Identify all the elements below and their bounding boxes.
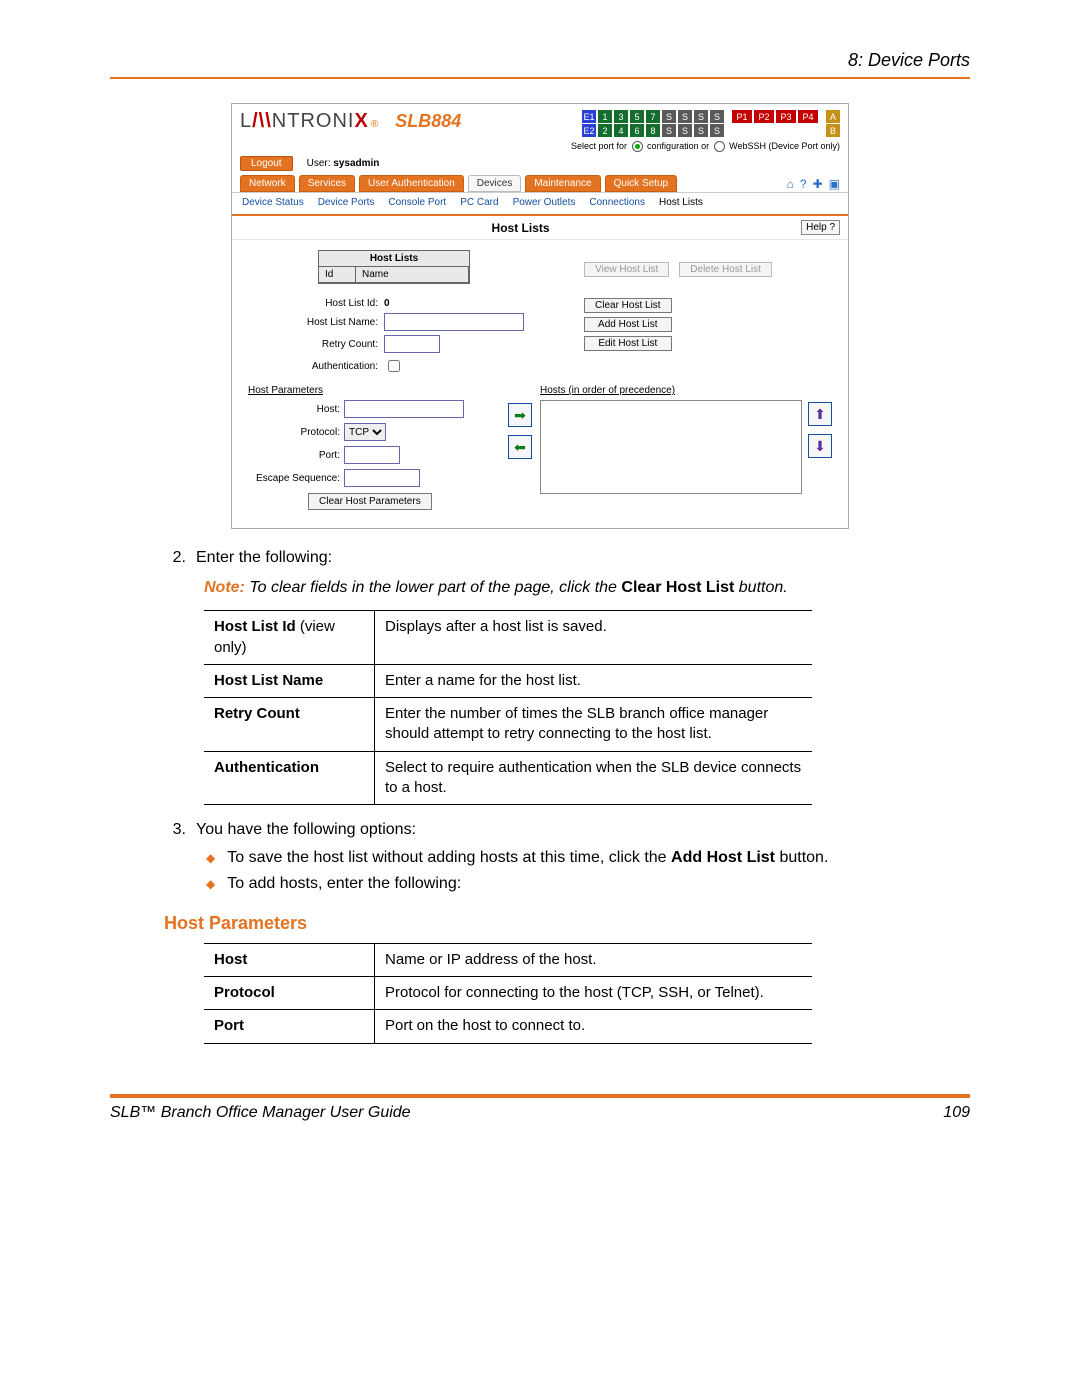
step3-number: 3. [164, 819, 186, 841]
diamond-icon: ◆ [206, 847, 215, 869]
header-chapter: 8: Device Ports [110, 50, 970, 71]
footer-rule [110, 1094, 970, 1098]
lbl-authentication: Authentication: [248, 361, 378, 372]
subnav-device-ports[interactable]: Device Ports [318, 197, 375, 208]
lbl-escape-sequence: Escape Sequence: [248, 473, 340, 484]
sub-nav: Device Status Device Ports Console Port … [232, 193, 848, 216]
clear-host-list-button[interactable]: Clear Host List [584, 298, 672, 313]
subnav-power-outlets[interactable]: Power Outlets [513, 197, 576, 208]
table-host-list-fields: Host List Id (view only)Displays after a… [204, 610, 812, 805]
input-host-list-name[interactable] [384, 313, 524, 331]
hosts-heading: Hosts (in order of precedence) [540, 385, 832, 396]
lbl-host-list-name: Host List Name: [248, 317, 378, 328]
lbl-host-list-id: Host List Id: [248, 298, 378, 309]
home-icon[interactable]: ⌂ [787, 177, 794, 191]
arrow-left-icon[interactable]: ⬅ [508, 435, 532, 459]
clear-host-parameters-button[interactable]: Clear Host Parameters [308, 493, 432, 510]
user-label: User: sysadmin [307, 158, 380, 169]
footer-title: SLB™ Branch Office Manager User Guide [110, 1104, 411, 1122]
host-parameters-heading: Host Parameters [248, 385, 500, 396]
arrow-up-icon[interactable]: ⬆ [808, 402, 832, 426]
edit-host-list-button[interactable]: Edit Host List [584, 336, 672, 351]
page-number: 109 [943, 1104, 970, 1122]
help-icon[interactable]: ? [800, 177, 807, 191]
radio-config-icon[interactable] [632, 141, 643, 152]
tab-devices[interactable]: Devices [468, 175, 522, 192]
diamond-icon: ◆ [206, 873, 215, 895]
table-row: AuthenticationSelect to require authenti… [204, 751, 812, 805]
input-retry-count[interactable] [384, 335, 440, 353]
delete-host-list-button[interactable]: Delete Host List [679, 262, 772, 277]
lbl-port: Port: [248, 450, 340, 461]
subnav-connections[interactable]: Connections [589, 197, 645, 208]
checkbox-authentication[interactable] [388, 360, 400, 372]
input-escape-sequence[interactable] [344, 469, 420, 487]
table-row: ProtocolProtocol for connecting to the h… [204, 977, 812, 1010]
lbl-retry-count: Retry Count: [248, 339, 378, 350]
bullet-item: ◆ To save the host list without adding h… [206, 847, 930, 869]
add-host-list-button[interactable]: Add Host List [584, 317, 672, 332]
context-help-button[interactable]: Help ? [801, 220, 840, 235]
host-lists-table-title: Host Lists [319, 251, 469, 267]
tab-quick-setup[interactable]: Quick Setup [605, 175, 677, 192]
radio-webssh-icon[interactable] [714, 141, 725, 152]
port-panel: E1E2 12 34 56 78 SS SS SS SS P1 P2 P3 P4… [582, 110, 840, 137]
table-row: HostName or IP address of the host. [204, 943, 812, 976]
table-host-parameters: HostName or IP address of the host. Prot… [204, 943, 812, 1044]
table-row: Host List NameEnter a name for the host … [204, 664, 812, 697]
window-icon[interactable]: ▣ [829, 177, 840, 191]
table-row: Retry CountEnter the number of times the… [204, 698, 812, 752]
lbl-protocol: Protocol: [248, 427, 340, 438]
subnav-device-status[interactable]: Device Status [242, 197, 304, 208]
port-hint: Select port for configuration or WebSSH … [232, 139, 848, 154]
panel-title: Host Lists [240, 221, 801, 235]
nav-tabs: Network Services User Authentication Dev… [232, 175, 848, 193]
tab-services[interactable]: Services [299, 175, 355, 192]
table-row: PortPort on the host to connect to. [204, 1010, 812, 1043]
hosts-listbox[interactable] [540, 400, 802, 494]
tab-network[interactable]: Network [240, 175, 295, 192]
step3-text: You have the following options: [196, 819, 416, 841]
subnav-pc-card[interactable]: PC Card [460, 197, 498, 208]
step2-text: Enter the following: [196, 547, 332, 569]
arrow-right-icon[interactable]: ➡ [508, 403, 532, 427]
section-host-parameters: Host Parameters [164, 911, 930, 935]
col-name: Name [356, 267, 469, 283]
select-protocol[interactable]: TCP [344, 423, 386, 441]
subnav-host-lists[interactable]: Host Lists [659, 197, 703, 208]
bullet-item: ◆ To add hosts, enter the following: [206, 873, 930, 895]
tab-maintenance[interactable]: Maintenance [525, 175, 600, 192]
add-icon[interactable]: ✚ [813, 177, 823, 191]
view-host-list-button[interactable]: View Host List [584, 262, 669, 277]
val-host-list-id: 0 [384, 298, 390, 309]
app-screenshot: L/\\NTRONIX® SLB884 E1E2 12 34 56 78 SS … [231, 103, 849, 529]
logo: L/\\NTRONIX® SLB884 [240, 110, 461, 133]
col-id: Id [319, 267, 356, 283]
note-line: Note: To clear fields in the lower part … [204, 577, 930, 599]
arrow-down-icon[interactable]: ⬇ [808, 434, 832, 458]
step2-number: 2. [164, 547, 186, 569]
model-label: SLB884 [395, 111, 461, 132]
tab-auth[interactable]: User Authentication [359, 175, 464, 192]
subnav-console-port[interactable]: Console Port [388, 197, 446, 208]
host-lists-table: Host Lists Id Name [318, 250, 470, 284]
lbl-host: Host: [248, 404, 340, 415]
table-row: Host List Id (view only)Displays after a… [204, 611, 812, 665]
input-port[interactable] [344, 446, 400, 464]
input-host[interactable] [344, 400, 464, 418]
logout-button[interactable]: Logout [240, 156, 293, 171]
header-rule [110, 77, 970, 79]
